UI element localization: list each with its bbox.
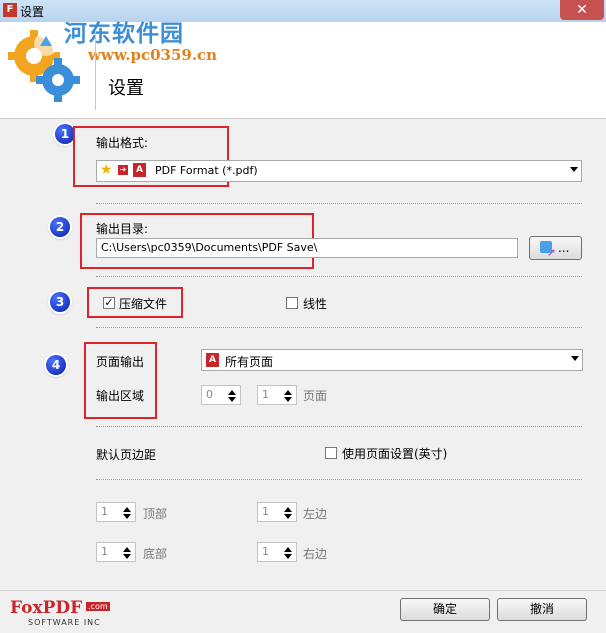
margin-left-value: 1 (262, 505, 269, 518)
browse-label: ... (558, 241, 570, 255)
section-divider (96, 276, 582, 277)
chevron-down-icon (571, 356, 579, 361)
arrow-up-icon[interactable] (123, 507, 131, 512)
margin-top-label: 顶部 (143, 507, 168, 521)
arrow-up-icon[interactable] (284, 390, 292, 395)
cursor-arrow-icon: ➚ (547, 246, 557, 259)
cancel-button[interactable]: 撤消 (497, 598, 587, 621)
footer-divider (0, 590, 606, 591)
margins-label: 默认页边距 (96, 448, 157, 462)
arrow-up-icon[interactable] (228, 390, 236, 395)
margin-left-label: 左边 (303, 507, 328, 521)
section-divider (96, 479, 582, 480)
range-from-value: 0 (206, 388, 213, 401)
use-page-setting-label: 使用页面设置(英寸) (342, 447, 448, 461)
arrow-down-icon[interactable] (123, 554, 131, 559)
chevron-down-icon (570, 167, 578, 172)
convert-arrow-icon: ➔ (118, 165, 128, 175)
output-dir-input[interactable]: C:\Users\pc0359\Documents\PDF Save\ (96, 238, 518, 258)
margin-right-stepper[interactable]: 1 (257, 542, 297, 562)
output-range-label: 输出区域 (96, 389, 145, 403)
logo-brand: FoxPDF (10, 598, 83, 618)
range-to-stepper[interactable]: 1 (257, 385, 297, 405)
app-icon: F (3, 3, 17, 17)
header-divider (95, 30, 96, 110)
output-dir-label: 输出目录: (96, 222, 149, 236)
arrow-down-icon[interactable] (284, 514, 292, 519)
logo-tagline: SOFTWARE INC (28, 618, 101, 627)
star-icon: ★ (100, 162, 113, 178)
section-divider (96, 203, 582, 204)
page-output-label: 页面输出 (96, 355, 145, 369)
range-to-value: 1 (262, 388, 269, 401)
arrow-down-icon[interactable] (123, 514, 131, 519)
section-divider (96, 426, 582, 427)
linear-label: 线性 (303, 297, 328, 311)
margin-bottom-label: 底部 (143, 547, 168, 561)
page-output-select[interactable]: A 所有页面 (201, 349, 583, 371)
watermark-url: www.pc0359.cn (88, 46, 218, 64)
use-page-setting-checkbox[interactable] (325, 447, 337, 459)
watermark-name: 河东软件园 (64, 20, 184, 47)
step-badge-1: 1 (55, 124, 75, 144)
margin-right-label: 右边 (303, 547, 328, 561)
browse-button[interactable]: ➚ ... (529, 236, 582, 260)
margin-top-stepper[interactable]: 1 (96, 502, 136, 522)
range-unit-label: 页面 (303, 389, 328, 403)
ok-button[interactable]: 确定 (400, 598, 490, 621)
step-badge-3: 3 (50, 292, 70, 312)
arrow-up-icon[interactable] (284, 547, 292, 552)
page-output-value: 所有页面 (225, 355, 274, 369)
foxpdf-logo: FoxPDF .com SOFTWARE INC (10, 598, 110, 628)
output-format-value: PDF Format (*.pdf) (155, 164, 258, 177)
logo-suffix: .com (86, 602, 110, 611)
pdf-icon: A (206, 353, 219, 367)
close-button[interactable]: ✕ (560, 0, 604, 20)
arrow-down-icon[interactable] (228, 397, 236, 402)
margin-top-value: 1 (101, 505, 108, 518)
arrow-up-icon[interactable] (284, 507, 292, 512)
window-title: 设置 (20, 5, 45, 19)
pdf-icon: A (133, 163, 146, 177)
linear-checkbox[interactable] (286, 297, 298, 309)
margin-right-value: 1 (262, 545, 269, 558)
arrow-down-icon[interactable] (284, 554, 292, 559)
step-badge-2: 2 (50, 217, 70, 237)
output-format-select[interactable]: ★ ➔ A PDF Format (*.pdf) (96, 160, 582, 182)
arrow-up-icon[interactable] (123, 547, 131, 552)
output-format-label: 输出格式: (96, 136, 149, 150)
arrow-down-icon[interactable] (284, 397, 292, 402)
margin-bottom-stepper[interactable]: 1 (96, 542, 136, 562)
compress-checkbox[interactable]: ✓ (103, 297, 115, 309)
range-from-stepper[interactable]: 0 (201, 385, 241, 405)
compress-label: 压缩文件 (119, 297, 168, 311)
page-title: 设置 (108, 78, 144, 99)
section-divider (96, 327, 582, 328)
step-badge-4: 4 (46, 355, 66, 375)
margin-bottom-value: 1 (101, 545, 108, 558)
margin-left-stepper[interactable]: 1 (257, 502, 297, 522)
